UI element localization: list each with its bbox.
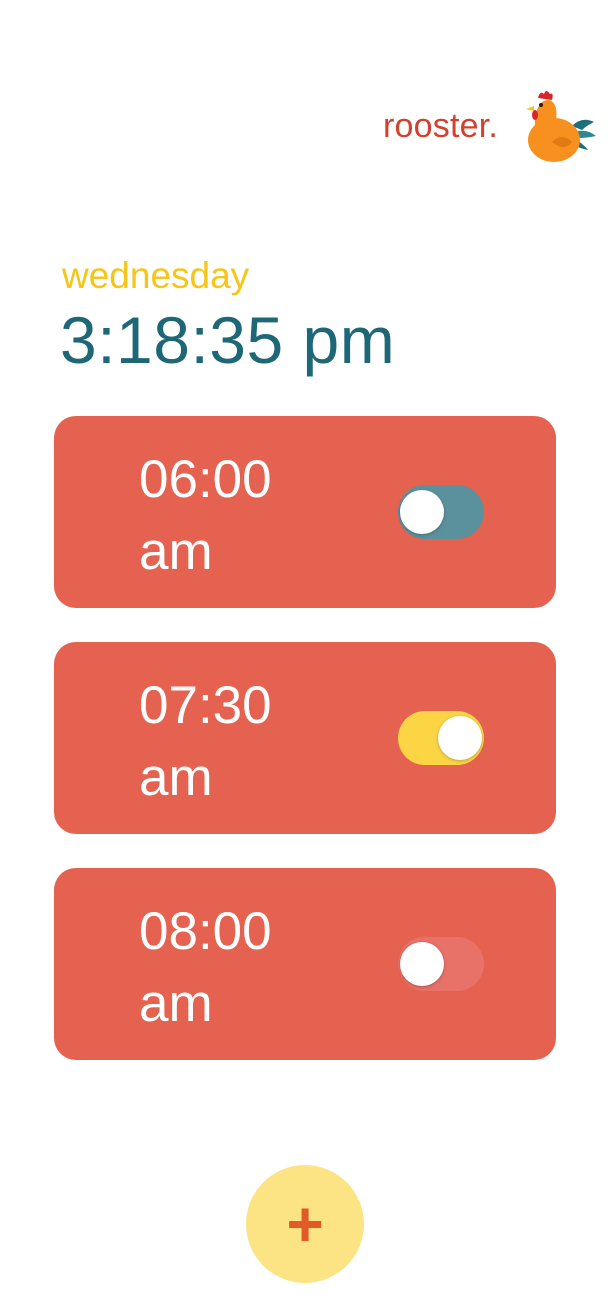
plus-icon: + xyxy=(286,1188,324,1260)
alarm-time-value: 06:00 xyxy=(139,450,272,509)
alarm-time: 06:00 am xyxy=(139,444,339,588)
alarm-toggle[interactable] xyxy=(398,937,484,991)
alarm-time-period: am xyxy=(139,748,213,807)
alarm-time-period: am xyxy=(139,522,213,581)
alarm-card[interactable]: 06:00 am xyxy=(54,416,556,608)
alarm-card[interactable]: 07:30 am xyxy=(54,642,556,834)
alarm-time-value: 08:00 xyxy=(139,902,272,961)
alarm-toggle[interactable] xyxy=(398,711,484,765)
toggle-knob xyxy=(400,490,444,534)
app-header: rooster. xyxy=(383,84,598,168)
alarm-time: 08:00 am xyxy=(139,896,339,1040)
alarm-time-period: am xyxy=(139,974,213,1033)
alarm-toggle[interactable] xyxy=(398,485,484,539)
brand-name: rooster. xyxy=(383,106,498,145)
add-alarm-button[interactable]: + xyxy=(246,1165,364,1283)
toggle-knob xyxy=(400,942,444,986)
alarm-time-value: 07:30 xyxy=(139,676,272,735)
alarm-list: 06:00 am 07:30 am 08:00 am xyxy=(54,416,556,1094)
alarm-card[interactable]: 08:00 am xyxy=(54,868,556,1060)
alarm-time: 07:30 am xyxy=(139,670,339,814)
toggle-knob xyxy=(438,716,482,760)
current-time: 3:18:35 pm xyxy=(60,303,396,377)
day-of-week: wednesday xyxy=(62,255,250,296)
rooster-icon xyxy=(526,91,596,162)
